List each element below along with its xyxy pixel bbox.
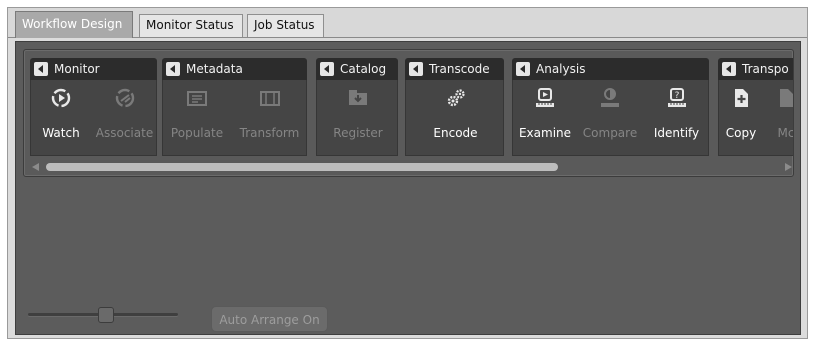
- tool-register[interactable]: Register: [317, 80, 399, 156]
- tool-associate[interactable]: Associate: [91, 80, 158, 156]
- tool-identify[interactable]: ? Identify: [643, 80, 710, 156]
- group-title: Transpo: [742, 62, 789, 76]
- watch-icon: [51, 88, 71, 108]
- collapse-arrow-icon[interactable]: [320, 62, 334, 76]
- tool-palette: Monitor Watch Associate Metadata Populat…: [23, 49, 794, 177]
- examine-icon: [536, 88, 554, 107]
- palette-scrollbar[interactable]: [32, 162, 792, 172]
- tool-label: Register: [333, 126, 383, 140]
- group-title: Monitor: [54, 62, 100, 76]
- tool-label: Copy: [725, 126, 757, 140]
- tool-encode[interactable]: Encode: [406, 80, 505, 156]
- group-title: Analysis: [536, 62, 586, 76]
- tool-move[interactable]: Mc: [763, 80, 794, 156]
- app-window: Workflow Design Monitor Status Job Statu…: [7, 7, 808, 339]
- tab-bar: Workflow Design Monitor Status Job Statu…: [8, 8, 807, 38]
- group-body: Copy Mc: [718, 80, 794, 156]
- group-header-transport[interactable]: Transpo: [718, 58, 793, 80]
- group-body: Examine Compare ? Identify: [512, 80, 709, 156]
- group-analysis: Analysis Examine Compare ? Identify: [512, 58, 709, 156]
- group-transcode: Transcode Encode: [405, 58, 504, 156]
- populate-icon: [187, 91, 207, 106]
- group-header-metadata[interactable]: Metadata: [162, 58, 307, 80]
- collapse-arrow-icon[interactable]: [409, 62, 423, 76]
- scrollbar-thumb[interactable]: [46, 163, 558, 171]
- group-title: Catalog: [340, 62, 387, 76]
- scroll-right-arrow-icon[interactable]: [785, 163, 792, 171]
- group-transport: Transpo Copy Mc: [718, 58, 794, 156]
- workflow-design-panel: Monitor Watch Associate Metadata Populat…: [15, 41, 801, 335]
- tab-job-status[interactable]: Job Status: [247, 14, 324, 37]
- encode-gears-icon: [447, 89, 465, 107]
- group-catalog: Catalog Register: [316, 58, 398, 156]
- compare-icon: [601, 88, 619, 107]
- tool-copy[interactable]: Copy: [719, 80, 763, 156]
- group-header-transcode[interactable]: Transcode: [405, 58, 504, 80]
- associate-icon: [115, 88, 134, 108]
- collapse-arrow-icon[interactable]: [34, 62, 48, 76]
- tool-examine[interactable]: Examine: [513, 80, 577, 156]
- collapse-arrow-icon[interactable]: [516, 62, 530, 76]
- tool-label: Watch: [42, 126, 80, 140]
- group-title: Transcode: [429, 62, 490, 76]
- copy-icon: [735, 89, 748, 107]
- svg-text:?: ?: [674, 91, 679, 101]
- scroll-left-arrow-icon[interactable]: [32, 163, 39, 171]
- auto-arrange-button[interactable]: Auto Arrange On: [211, 306, 328, 332]
- group-title: Metadata: [186, 62, 243, 76]
- tool-label: Mc: [777, 126, 794, 140]
- tool-label: Identify: [653, 126, 700, 140]
- group-header-monitor[interactable]: Monitor: [30, 58, 157, 80]
- tool-populate[interactable]: Populate: [163, 80, 231, 156]
- tool-label: Associate: [95, 126, 154, 140]
- collapse-arrow-icon[interactable]: [166, 62, 180, 76]
- collapse-arrow-icon[interactable]: [722, 62, 736, 76]
- tool-label: Transform: [239, 126, 300, 140]
- group-header-catalog[interactable]: Catalog: [316, 58, 398, 80]
- group-body: Encode: [405, 80, 504, 156]
- tool-transform[interactable]: Transform: [231, 80, 308, 156]
- group-body: Populate Transform: [162, 80, 307, 156]
- group-monitor: Monitor Watch Associate: [30, 58, 157, 156]
- tool-label: Encode: [433, 126, 478, 140]
- tab-workflow-design[interactable]: Workflow Design: [15, 11, 133, 38]
- group-body: Watch Associate: [30, 80, 157, 156]
- transform-icon: [259, 91, 280, 106]
- tool-label: Populate: [170, 126, 224, 140]
- group-body: Register: [316, 80, 398, 156]
- tool-watch[interactable]: Watch: [31, 80, 91, 156]
- tool-compare[interactable]: Compare: [577, 80, 643, 156]
- tool-label: Compare: [582, 126, 638, 140]
- move-icon: [780, 89, 793, 107]
- slider-thumb[interactable]: [98, 307, 114, 323]
- tool-label: Examine: [518, 126, 572, 140]
- register-icon: [349, 90, 367, 105]
- group-header-analysis[interactable]: Analysis: [512, 58, 709, 80]
- identify-icon: ?: [667, 88, 686, 107]
- zoom-slider[interactable]: [28, 307, 178, 323]
- tab-monitor-status[interactable]: Monitor Status: [139, 14, 243, 37]
- group-metadata: Metadata Populate Transform: [162, 58, 307, 156]
